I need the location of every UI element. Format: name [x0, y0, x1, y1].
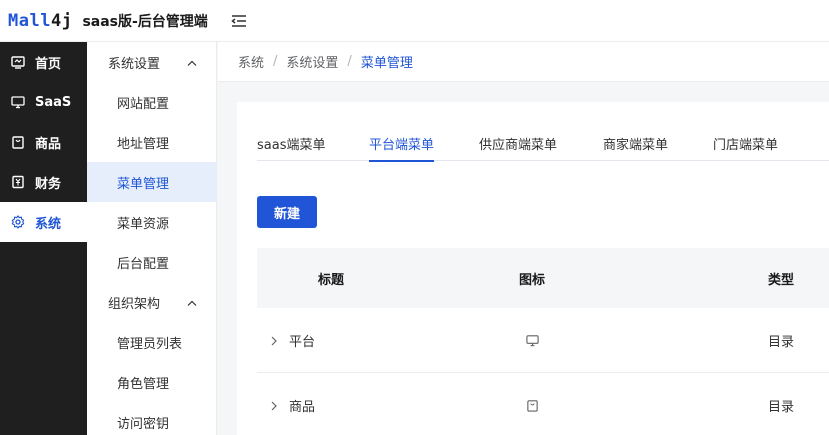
row-title: 商品 — [289, 400, 316, 415]
row-title: 平台 — [289, 335, 316, 350]
bag-icon — [526, 373, 539, 435]
submenu-item-menu-management[interactable]: 菜单管理 — [87, 162, 217, 202]
column-header-title: 标题 — [318, 272, 345, 288]
breadcrumb: 系统 / 系统设置 / 菜单管理 — [218, 42, 829, 82]
table-row[interactable]: 平台 目录 — [257, 308, 829, 373]
nav-item-system[interactable]: 系统 — [0, 202, 87, 242]
submenu-group-system-settings[interactable]: 系统设置 — [87, 42, 217, 82]
breadcrumb-current: 菜单管理 — [360, 56, 413, 71]
tab-platform-menu[interactable]: 平台端菜单 — [369, 130, 435, 162]
menu-tabs: saas端菜单 平台端菜单 供应商端菜单 商家端菜单 门店端菜单 — [257, 130, 829, 162]
nav-item-saas[interactable]: SaaS — [0, 82, 87, 122]
menu-collapse-icon[interactable] — [230, 12, 248, 30]
nav-item-label: 财务 — [35, 176, 62, 192]
submenu-group-organization[interactable]: 组织架构 — [87, 282, 217, 322]
breadcrumb-item[interactable]: 系统 — [238, 52, 264, 71]
submenu-item-site-config[interactable]: 网站配置 — [87, 82, 217, 122]
nav-item-finance[interactable]: 财务 — [0, 162, 87, 202]
primary-sidebar: 首页 SaaS 商品 财务 系统 — [0, 42, 87, 435]
bag-icon — [11, 135, 25, 149]
tab-supplier-menu[interactable]: 供应商端菜单 — [479, 130, 557, 161]
submenu-item-role-management[interactable]: 角色管理 — [87, 362, 217, 402]
chevron-up-icon — [187, 295, 197, 310]
tab-merchant-menu[interactable]: 商家端菜单 — [603, 130, 668, 161]
desktop-icon — [11, 95, 25, 109]
app-title: saas版-后台管理端 — [82, 13, 208, 30]
row-type: 目录 — [768, 335, 795, 350]
desktop-icon — [526, 308, 539, 373]
submenu-item-admin-list[interactable]: 管理员列表 — [87, 322, 217, 362]
menu-table: 标题 图标 类型 平台 目录 商品 目录 — [257, 248, 829, 435]
top-header: Mall 4j saas版-后台管理端 — [0, 0, 829, 42]
secondary-sidebar: 系统设置 网站配置 地址管理 菜单管理 菜单资源 后台配置 组织架构 管理员列表… — [87, 42, 217, 435]
nav-item-label: 首页 — [35, 56, 62, 72]
tab-store-menu[interactable]: 门店端菜单 — [713, 130, 778, 161]
nav-item-home[interactable]: 首页 — [0, 42, 87, 82]
chevron-up-icon — [187, 55, 197, 70]
submenu-item-menu-resources[interactable]: 菜单资源 — [87, 202, 217, 242]
nav-item-label: 商品 — [35, 136, 62, 152]
nav-item-products[interactable]: 商品 — [0, 122, 87, 162]
submenu-item-address[interactable]: 地址管理 — [87, 122, 217, 162]
tab-saas-menu[interactable]: saas端菜单 — [257, 130, 325, 161]
table-row[interactable]: 商品 目录 — [257, 373, 829, 435]
logo-text-4j: 4j — [50, 10, 73, 31]
submenu-item-access-keys[interactable]: 访问密钥 — [87, 402, 217, 435]
submenu-item-admin-config[interactable]: 后台配置 — [87, 242, 217, 282]
menu-management-panel: saas端菜单 平台端菜单 供应商端菜单 商家端菜单 门店端菜单 新建 标题 图… — [237, 102, 829, 435]
submenu-group-label: 系统设置 — [108, 56, 161, 72]
monitor-icon — [11, 55, 25, 69]
submenu-group-label: 组织架构 — [108, 296, 161, 312]
new-button[interactable]: 新建 — [257, 196, 317, 228]
row-type: 目录 — [768, 400, 795, 415]
column-header-icon: 图标 — [519, 272, 546, 288]
breadcrumb-separator: / — [273, 54, 278, 69]
breadcrumb-separator: / — [347, 54, 352, 69]
breadcrumb-item[interactable]: 系统设置 — [286, 52, 338, 71]
table-header: 标题 图标 类型 — [257, 248, 829, 308]
nav-item-label: 系统 — [35, 216, 62, 232]
finance-icon — [11, 175, 25, 189]
gear-icon — [11, 215, 25, 229]
nav-item-label: SaaS — [35, 94, 72, 110]
chevron-right-icon[interactable] — [271, 373, 277, 435]
app-logo[interactable]: Mall 4j — [8, 11, 72, 31]
logo-text-mall: Mall — [8, 10, 51, 31]
chevron-right-icon[interactable] — [271, 308, 277, 373]
column-header-type: 类型 — [768, 272, 795, 288]
